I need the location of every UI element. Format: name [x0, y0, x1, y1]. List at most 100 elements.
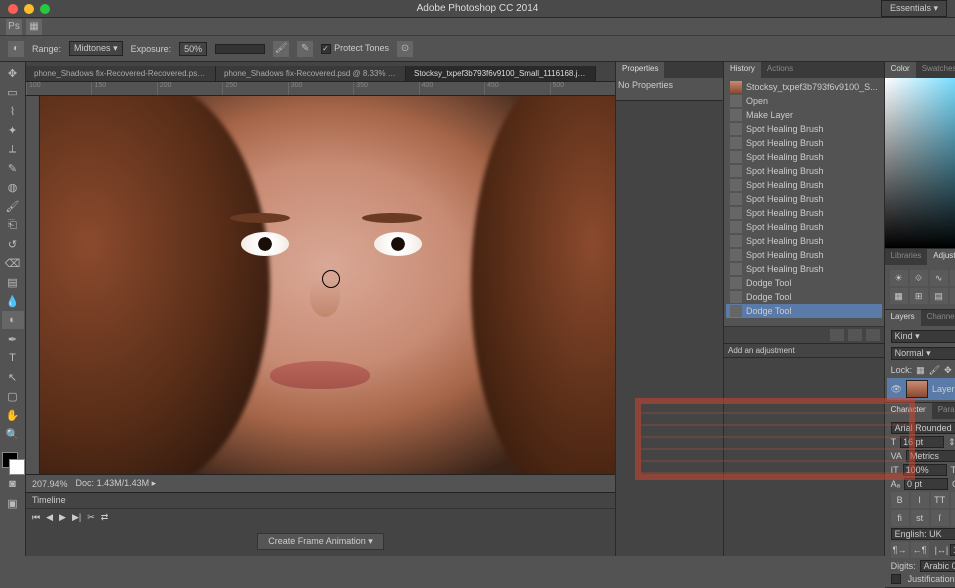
- pressure-size-icon[interactable]: ⊙: [397, 41, 413, 57]
- tl-prev-icon[interactable]: ◀: [46, 512, 53, 523]
- smallcaps-icon[interactable]: Tt: [951, 492, 955, 508]
- airbrush-icon[interactable]: 🖌: [273, 41, 289, 57]
- baseline-input[interactable]: 0 pt: [904, 478, 948, 490]
- paragraph-tab[interactable]: Paragraph: [932, 403, 955, 419]
- crop-tool-icon[interactable]: ⟂: [2, 140, 24, 158]
- exposure-slider[interactable]: [215, 44, 265, 54]
- dir-rtl-icon[interactable]: ←¶: [911, 542, 929, 558]
- tl-next-icon[interactable]: ▶|: [72, 512, 81, 523]
- exposure-input[interactable]: 50%: [179, 42, 207, 56]
- adjustments-tab[interactable]: Adjustments: [927, 249, 955, 265]
- protect-tones-check[interactable]: Protect Tones: [321, 43, 389, 54]
- stamp-tool-icon[interactable]: ⎗: [2, 216, 24, 234]
- lasso-tool-icon[interactable]: ⌇: [2, 102, 24, 120]
- history-step[interactable]: Dodge Tool: [726, 304, 882, 318]
- adj-exposure-icon[interactable]: ◐: [950, 270, 955, 286]
- trash-icon[interactable]: [866, 329, 880, 341]
- swatches-tab[interactable]: Swatches: [916, 62, 955, 78]
- history-step[interactable]: Spot Healing Brush: [726, 234, 882, 248]
- bridge-icon[interactable]: ▦: [26, 19, 42, 35]
- zoom-tool-icon[interactable]: 🔍: [2, 425, 24, 443]
- scale-input[interactable]: 100: [950, 544, 955, 556]
- history-step[interactable]: Spot Healing Brush: [726, 136, 882, 150]
- ruler-vertical[interactable]: [26, 96, 40, 474]
- doc-tab-3[interactable]: Stocksy_txpef3b793f6v9100_Small_1116168.…: [406, 66, 596, 81]
- close-window[interactable]: [8, 4, 18, 14]
- layer-thumbnail[interactable]: [906, 380, 928, 398]
- properties-tab[interactable]: Properties: [616, 62, 664, 78]
- shape-tool-icon[interactable]: ▢: [2, 387, 24, 405]
- color-tab[interactable]: Color: [885, 62, 916, 78]
- lock-move-icon[interactable]: ✥: [944, 365, 952, 376]
- allcaps-icon[interactable]: TT: [931, 492, 949, 508]
- dodge-tool-icon[interactable]: ◐: [2, 311, 24, 329]
- channels-tab[interactable]: Channels: [921, 310, 955, 326]
- new-doc-icon[interactable]: [848, 329, 862, 341]
- font-size-input[interactable]: 16 pt: [900, 436, 944, 448]
- move-tool-icon[interactable]: ✥: [2, 64, 24, 82]
- history-step[interactable]: Dodge Tool: [726, 276, 882, 290]
- justification-check[interactable]: [891, 574, 901, 584]
- eyedropper-tool-icon[interactable]: ✎: [2, 159, 24, 177]
- type-tool-icon[interactable]: T: [2, 349, 24, 367]
- actions-tab[interactable]: Actions: [761, 62, 799, 78]
- tl-first-icon[interactable]: ⏮: [32, 512, 40, 523]
- adj-photo-icon[interactable]: ▦: [890, 288, 908, 304]
- history-step[interactable]: Open: [726, 94, 882, 108]
- adj-brightness-icon[interactable]: ☀: [890, 270, 908, 286]
- digits-select[interactable]: Arabic 012...: [920, 560, 955, 572]
- history-step[interactable]: Spot Healing Brush: [726, 164, 882, 178]
- layer-row[interactable]: 👁 Layer 0: [887, 378, 955, 400]
- layer-name[interactable]: Layer 0: [932, 384, 955, 394]
- timeline-tab[interactable]: Timeline: [26, 493, 615, 509]
- titling-icon[interactable]: T: [951, 510, 955, 526]
- history-step[interactable]: Spot Healing Brush: [726, 206, 882, 220]
- screenmode-icon[interactable]: ▣: [2, 494, 24, 512]
- blend-mode-select[interactable]: Normal ▾: [891, 347, 955, 360]
- vscale-input[interactable]: 100%: [903, 464, 947, 476]
- history-snapshot[interactable]: Stocksy_txpef3b793f6v9100_S...: [726, 80, 882, 94]
- history-step[interactable]: Spot Healing Brush: [726, 262, 882, 276]
- adj-invert-icon[interactable]: ◨: [950, 288, 955, 304]
- adj-mixer-icon[interactable]: ⊞: [910, 288, 928, 304]
- history-step[interactable]: Spot Healing Brush: [726, 220, 882, 234]
- fi-icon[interactable]: fi: [891, 510, 909, 526]
- tl-cut-icon[interactable]: ✂: [87, 512, 95, 523]
- snapshot-icon[interactable]: [830, 329, 844, 341]
- pen-tool-icon[interactable]: ✒: [2, 330, 24, 348]
- swash-icon[interactable]: ſ: [931, 510, 949, 526]
- marquee-tool-icon[interactable]: ▭: [2, 83, 24, 101]
- adj-curves-icon[interactable]: ∿: [930, 270, 948, 286]
- blur-tool-icon[interactable]: 💧: [2, 292, 24, 310]
- canvas[interactable]: [40, 96, 615, 474]
- doc-info[interactable]: Doc: 1.43M/1.43M ▸: [76, 478, 157, 489]
- quickmask-icon[interactable]: ◙: [2, 475, 24, 493]
- wand-tool-icon[interactable]: ✦: [2, 121, 24, 139]
- minimize-window[interactable]: [24, 4, 34, 14]
- tool-preset-icon[interactable]: ◐: [8, 41, 24, 57]
- path-tool-icon[interactable]: ↖: [2, 368, 24, 386]
- doc-tab-2[interactable]: phone_Shadows fix-Recovered.psd @ 8.33% …: [216, 66, 406, 81]
- ps-logo-icon[interactable]: Ps: [6, 19, 22, 35]
- language-select[interactable]: English: UK: [891, 528, 955, 540]
- range-select[interactable]: Midtones ▾: [69, 41, 123, 56]
- lock-transparent-icon[interactable]: ▦: [916, 365, 925, 376]
- lock-paint-icon[interactable]: 🖌: [929, 365, 940, 376]
- history-brush-icon[interactable]: ↺: [2, 235, 24, 253]
- layers-tab[interactable]: Layers: [885, 310, 921, 326]
- adj-lookup-icon[interactable]: ▤: [930, 288, 948, 304]
- history-step[interactable]: Make Layer: [726, 108, 882, 122]
- history-step[interactable]: Spot Healing Brush: [726, 150, 882, 164]
- color-swatches[interactable]: [2, 448, 24, 474]
- eraser-tool-icon[interactable]: ⌫: [2, 254, 24, 272]
- zoom-level[interactable]: 207.94%: [32, 479, 68, 489]
- maximize-window[interactable]: [40, 4, 50, 14]
- doc-tab-1[interactable]: phone_Shadows fix-Recovered-Recovered.ps…: [26, 66, 216, 81]
- brush-tool-icon[interactable]: 🖌: [2, 197, 24, 215]
- hand-tool-icon[interactable]: ✋: [2, 406, 24, 424]
- healing-tool-icon[interactable]: ◍: [2, 178, 24, 196]
- history-step[interactable]: Spot Healing Brush: [726, 122, 882, 136]
- layer-kind-filter[interactable]: Kind ▾: [891, 330, 955, 343]
- italic-icon[interactable]: I: [911, 492, 929, 508]
- bold-icon[interactable]: B: [891, 492, 909, 508]
